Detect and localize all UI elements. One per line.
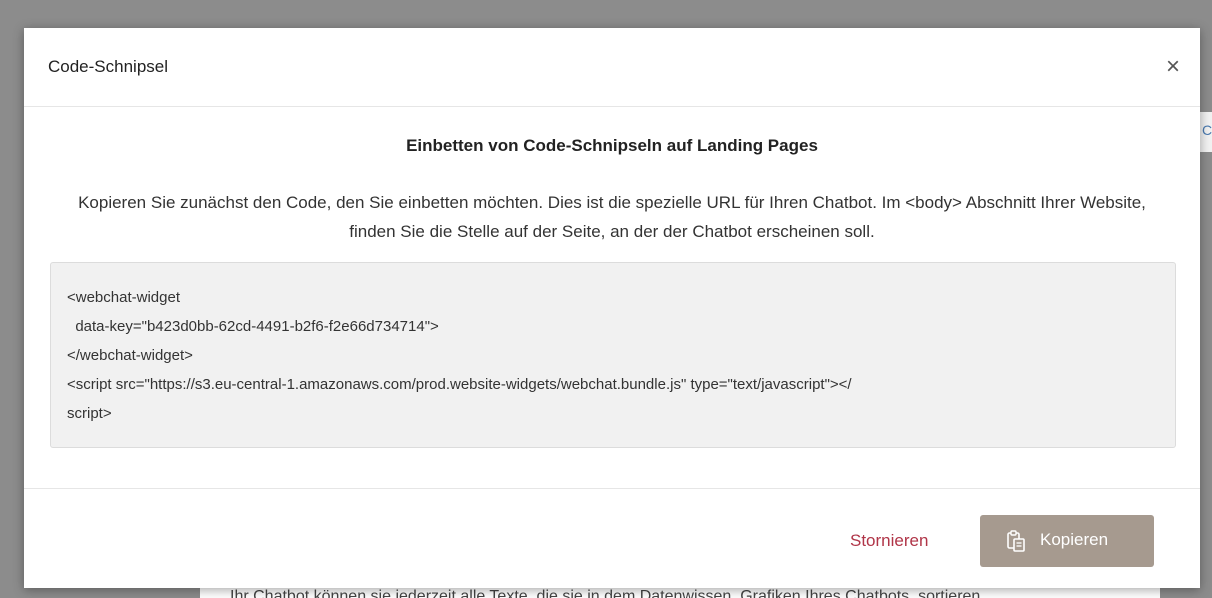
background-text-line: Ihr Chatbot können sie jederzeit alle Te… (230, 588, 981, 598)
code-line: <webchat-widget (67, 289, 180, 306)
section-heading: Einbetten von Code-Schnipseln auf Landin… (406, 136, 818, 155)
code-line: </webchat-widget> (67, 347, 193, 364)
instructions-text: Kopieren Sie zunächst den Code, den Sie … (78, 193, 1146, 241)
code-snippet-dialog: Code-Schnipsel × Einbetten von Code-Schn… (24, 28, 1200, 588)
dialog-title: Code-Schnipsel (48, 57, 169, 76)
clipboard-icon (1006, 530, 1026, 552)
code-line: script> (67, 405, 112, 422)
copy-button-label: Kopieren (1040, 530, 1109, 549)
cancel-button[interactable]: Stornieren (850, 531, 928, 551)
background-text-fragment: C (1202, 122, 1212, 138)
dialog-header: Code-Schnipsel × (24, 28, 1200, 107)
code-snippet-box[interactable]: <webchat-widget data-key="b423d0bb-62cd-… (50, 262, 1176, 448)
code-line: data-key="b423d0bb-62cd-4491-b2f6-f2e66d… (67, 318, 439, 335)
close-icon[interactable]: × (1162, 54, 1184, 80)
dialog-footer: Stornieren Kopieren (24, 488, 1200, 589)
code-line: <script src="https://s3.eu-central-1.ama… (67, 376, 852, 393)
background-page-fragment: C (1200, 112, 1212, 152)
copy-button[interactable]: Kopieren (980, 515, 1154, 567)
